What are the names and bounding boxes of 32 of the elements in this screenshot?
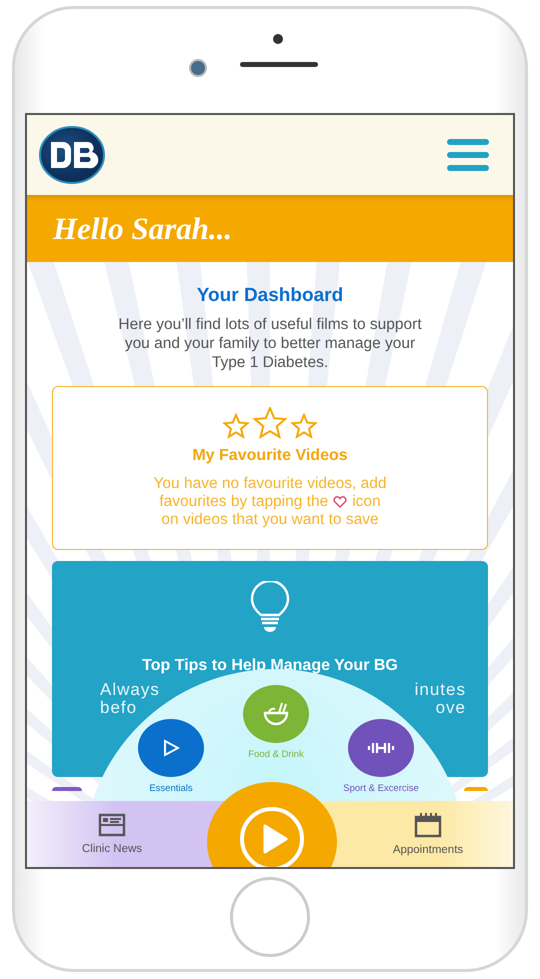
dashboard-description: Here you’ll find lots of useful films to support you and your family to better manage your Type 1 Diabetes. bbox=[117, 315, 423, 372]
favourites-title: My Favourite Videos bbox=[192, 447, 348, 465]
play-icon bbox=[162, 739, 180, 757]
tip-title: Top Tips to Help Manage Your BG bbox=[142, 657, 398, 675]
home-button[interactable] bbox=[230, 877, 310, 957]
greeting: Hello Sarah... bbox=[53, 210, 232, 246]
logo[interactable] bbox=[39, 126, 105, 184]
tip-text: ove bbox=[436, 699, 466, 717]
tip-text: Always bbox=[100, 681, 160, 699]
heart-icon bbox=[333, 496, 348, 508]
tip-text: inutes bbox=[414, 681, 466, 699]
dumbbell-icon bbox=[367, 741, 395, 755]
nav-button[interactable]: Appointments bbox=[343, 801, 513, 867]
phone-sensor bbox=[273, 34, 283, 44]
newspaper-icon bbox=[98, 813, 126, 837]
stars-icon bbox=[220, 407, 320, 441]
phone-camera bbox=[189, 59, 207, 77]
video-card[interactable] bbox=[52, 787, 82, 791]
category-label: Food & Drink bbox=[248, 749, 304, 760]
calendar-icon bbox=[414, 812, 442, 838]
nav-button[interactable]: Clinic News bbox=[27, 801, 197, 867]
bowl-icon bbox=[262, 700, 290, 728]
lightbulb-icon bbox=[248, 581, 292, 633]
menu-button[interactable] bbox=[447, 139, 489, 171]
category-label: Sport & Excercise bbox=[343, 783, 419, 794]
dashboard-title: Your Dashboard bbox=[196, 285, 344, 307]
tip-text: befo bbox=[100, 699, 138, 717]
favourites-message: favourites by tapping the bbox=[159, 493, 328, 511]
category-label: Essentials bbox=[149, 783, 193, 794]
favourites-message: on videos that you want to save bbox=[161, 511, 379, 529]
favourites-message: icon bbox=[352, 493, 381, 511]
favourites-message: You have no favourite videos, add bbox=[154, 475, 386, 493]
